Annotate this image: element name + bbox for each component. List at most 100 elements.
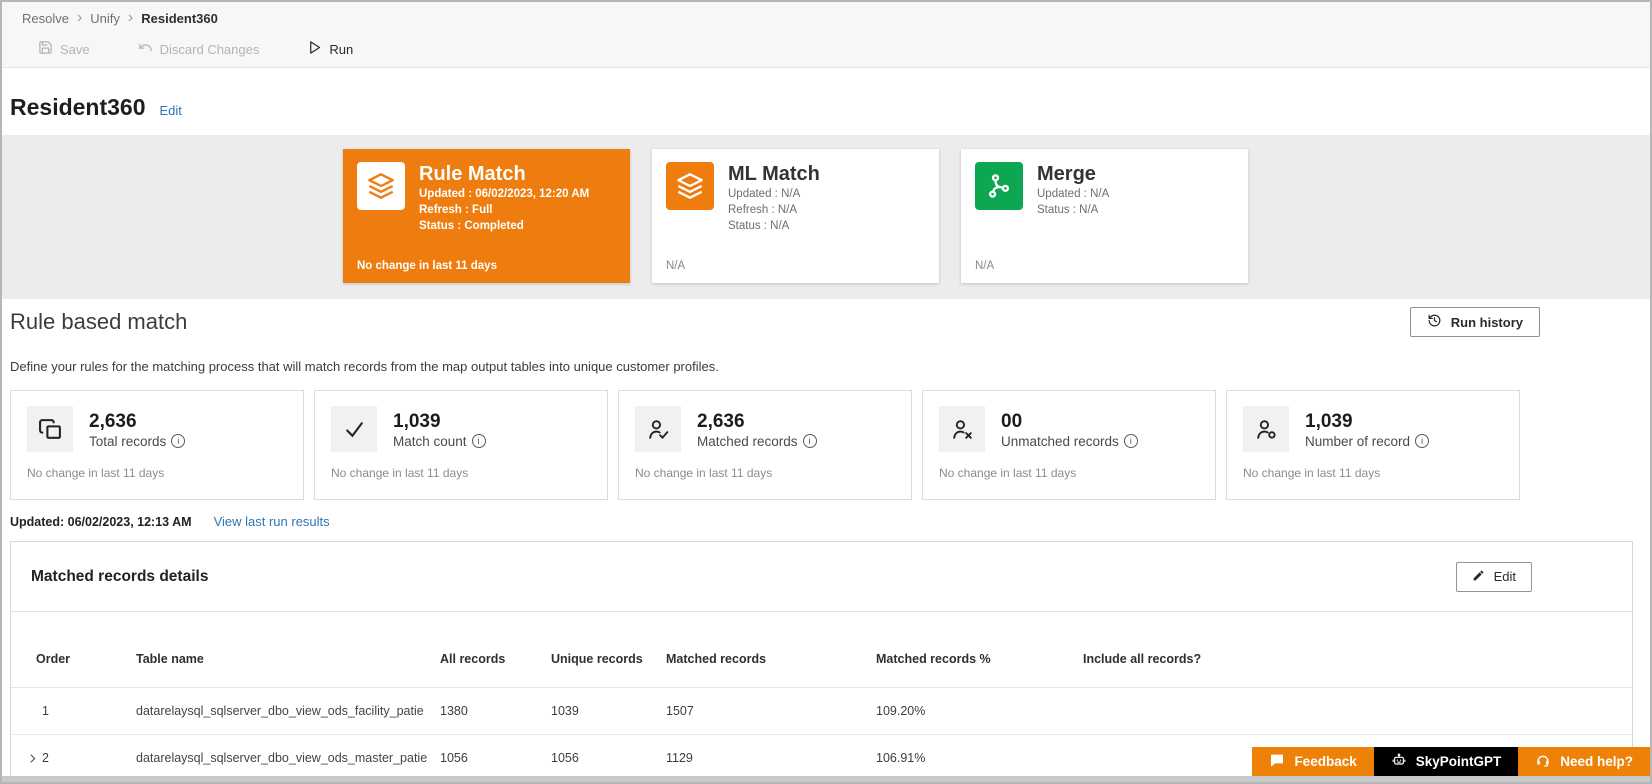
breadcrumb: Resolve Unify Resident360 [2,2,1650,28]
page-title-edit-link[interactable]: Edit [160,103,182,118]
stat-label: Unmatched records [1001,433,1119,449]
row-matched-records: 1129 [666,751,693,765]
ml-match-card[interactable]: ML Match Updated : N/A Refresh : N/A Sta… [652,149,939,283]
robot-icon [1391,752,1407,771]
pipeline-cards-band: Rule Match Updated : 06/02/2023, 12:20 A… [2,135,1650,299]
run-history-label: Run history [1450,314,1523,330]
breadcrumb-unify[interactable]: Unify [90,11,120,26]
row-matched-records: 1507 [666,704,694,718]
stat-number-of-record: 1,039 Number of record No change in last… [1226,390,1520,500]
stat-value: 1,039 [393,410,441,432]
skypointgpt-button[interactable]: SkyPointGPT [1373,747,1519,776]
history-icon [1427,313,1442,331]
info-icon[interactable] [802,434,817,448]
ml-match-title: ML Match [728,163,820,185]
rule-match-updated: Updated : 06/02/2023, 12:20 AM [419,188,590,200]
page-title: Resident360 [10,94,146,120]
stat-unmatched-records: 00 Unmatched records No change in last 1… [922,390,1216,500]
col-table-name: Table name [136,651,204,666]
undo-icon [138,40,153,58]
merge-icon [975,162,1023,210]
table-row[interactable]: 1 datarelaysql_sqlserver_dbo_view_ods_fa… [11,688,1632,735]
row-unique-records: 1039 [551,704,579,718]
run-label: Run [329,41,354,57]
col-unique-records: Unique records [551,651,643,666]
pencil-icon [1472,569,1485,585]
person-search-icon [1243,406,1289,452]
info-icon[interactable] [171,434,186,448]
stat-value: 2,636 [697,410,745,432]
save-label: Save [60,41,90,57]
footer-buttons: Feedback SkyPointGPT Need help? [1252,747,1650,776]
stat-value: 1,039 [1305,410,1353,432]
row-matched-records-pct: 109.20% [876,704,926,718]
stat-footer: No change in last 11 days [939,466,1077,480]
top-bar: Resolve Unify Resident360 Save Discard C… [2,2,1650,68]
merge-updated: Updated : N/A [1037,188,1110,200]
edit-label: Edit [1493,569,1516,584]
stat-value: 00 [1001,410,1023,432]
stat-label: Total records [89,433,167,449]
stat-footer: No change in last 11 days [27,466,165,480]
col-order: Order [36,651,71,666]
ml-match-updated: Updated : N/A [728,188,801,200]
stat-label: Match count [393,433,467,449]
row-order: 1 [42,704,49,718]
stat-footer: No change in last 11 days [331,466,469,480]
stat-cards-row: 2,636 Total records No change in last 11… [10,390,1520,500]
expand-chevron-icon[interactable] [26,752,42,765]
row-matched-records-pct: 106.91% [876,751,926,765]
rule-match-card[interactable]: Rule Match Updated : 06/02/2023, 12:20 A… [343,149,630,283]
records-icon [27,406,73,452]
run-history-button[interactable]: Run history [1409,307,1540,337]
section-title: Rule based match [10,309,188,334]
info-icon[interactable] [1123,434,1138,448]
save-button[interactable]: Save [32,36,96,62]
col-all-records: All records [440,651,506,666]
edit-button[interactable]: Edit [1455,561,1532,592]
breadcrumb-resolve[interactable]: Resolve [22,11,69,26]
stat-footer: No change in last 11 days [1243,466,1381,480]
page-title-row: Resident360 Edit [2,68,1650,121]
rule-match-footer: No change in last 11 days [357,260,497,272]
info-icon[interactable] [471,434,486,448]
table-header-row: Order Table name All records Unique reco… [11,612,1632,688]
rule-match-refresh: Refresh : Full [419,204,493,216]
merge-footer: N/A [975,260,995,272]
discard-changes-button[interactable]: Discard Changes [132,36,266,62]
row-order: 2 [42,751,49,765]
stat-label: Matched records [697,433,798,449]
app-window: Resolve Unify Resident360 Save Discard C… [0,0,1652,784]
row-table-name: datarelaysql_sqlserver_dbo_view_ods_mast… [136,751,428,765]
person-check-icon [635,406,681,452]
stat-value: 2,636 [89,410,137,432]
section-description: Define your rules for the matching proce… [10,359,719,374]
stat-matched-records: 2,636 Matched records No change in last … [618,390,912,500]
chevron-right-icon [77,10,82,26]
save-icon [38,40,53,58]
layers-icon [357,162,405,210]
headset-icon [1535,752,1551,771]
layers-icon [666,162,714,210]
run-button[interactable]: Run [301,36,359,62]
feedback-button[interactable]: Feedback [1252,747,1374,776]
col-include-all-records: Include all records? [1083,651,1202,666]
col-matched-records: Matched records [666,651,767,666]
info-icon[interactable] [1415,434,1430,448]
col-matched-records-pct: Matched records % [876,651,991,666]
view-last-run-results-link[interactable]: View last run results [214,514,330,529]
merge-title: Merge [1037,163,1096,185]
ml-match-status: Status : N/A [728,220,790,232]
need-help-button[interactable]: Need help? [1518,747,1650,776]
toolbar: Save Discard Changes Run [2,28,1650,62]
horizontal-scrollbar[interactable] [2,776,1650,782]
last-run-updated: Updated: 06/02/2023, 12:13 AM [10,514,192,529]
chevron-right-icon [128,10,133,26]
last-run-row: Updated: 06/02/2023, 12:13 AM View last … [10,514,1650,529]
play-icon [307,40,322,58]
stat-total-records: 2,636 Total records No change in last 11… [10,390,304,500]
merge-status: Status : N/A [1037,204,1099,216]
stat-label: Number of record [1305,433,1411,449]
need-help-label: Need help? [1560,754,1633,769]
merge-card[interactable]: Merge Updated : N/A Status : N/A N/A [961,149,1248,283]
